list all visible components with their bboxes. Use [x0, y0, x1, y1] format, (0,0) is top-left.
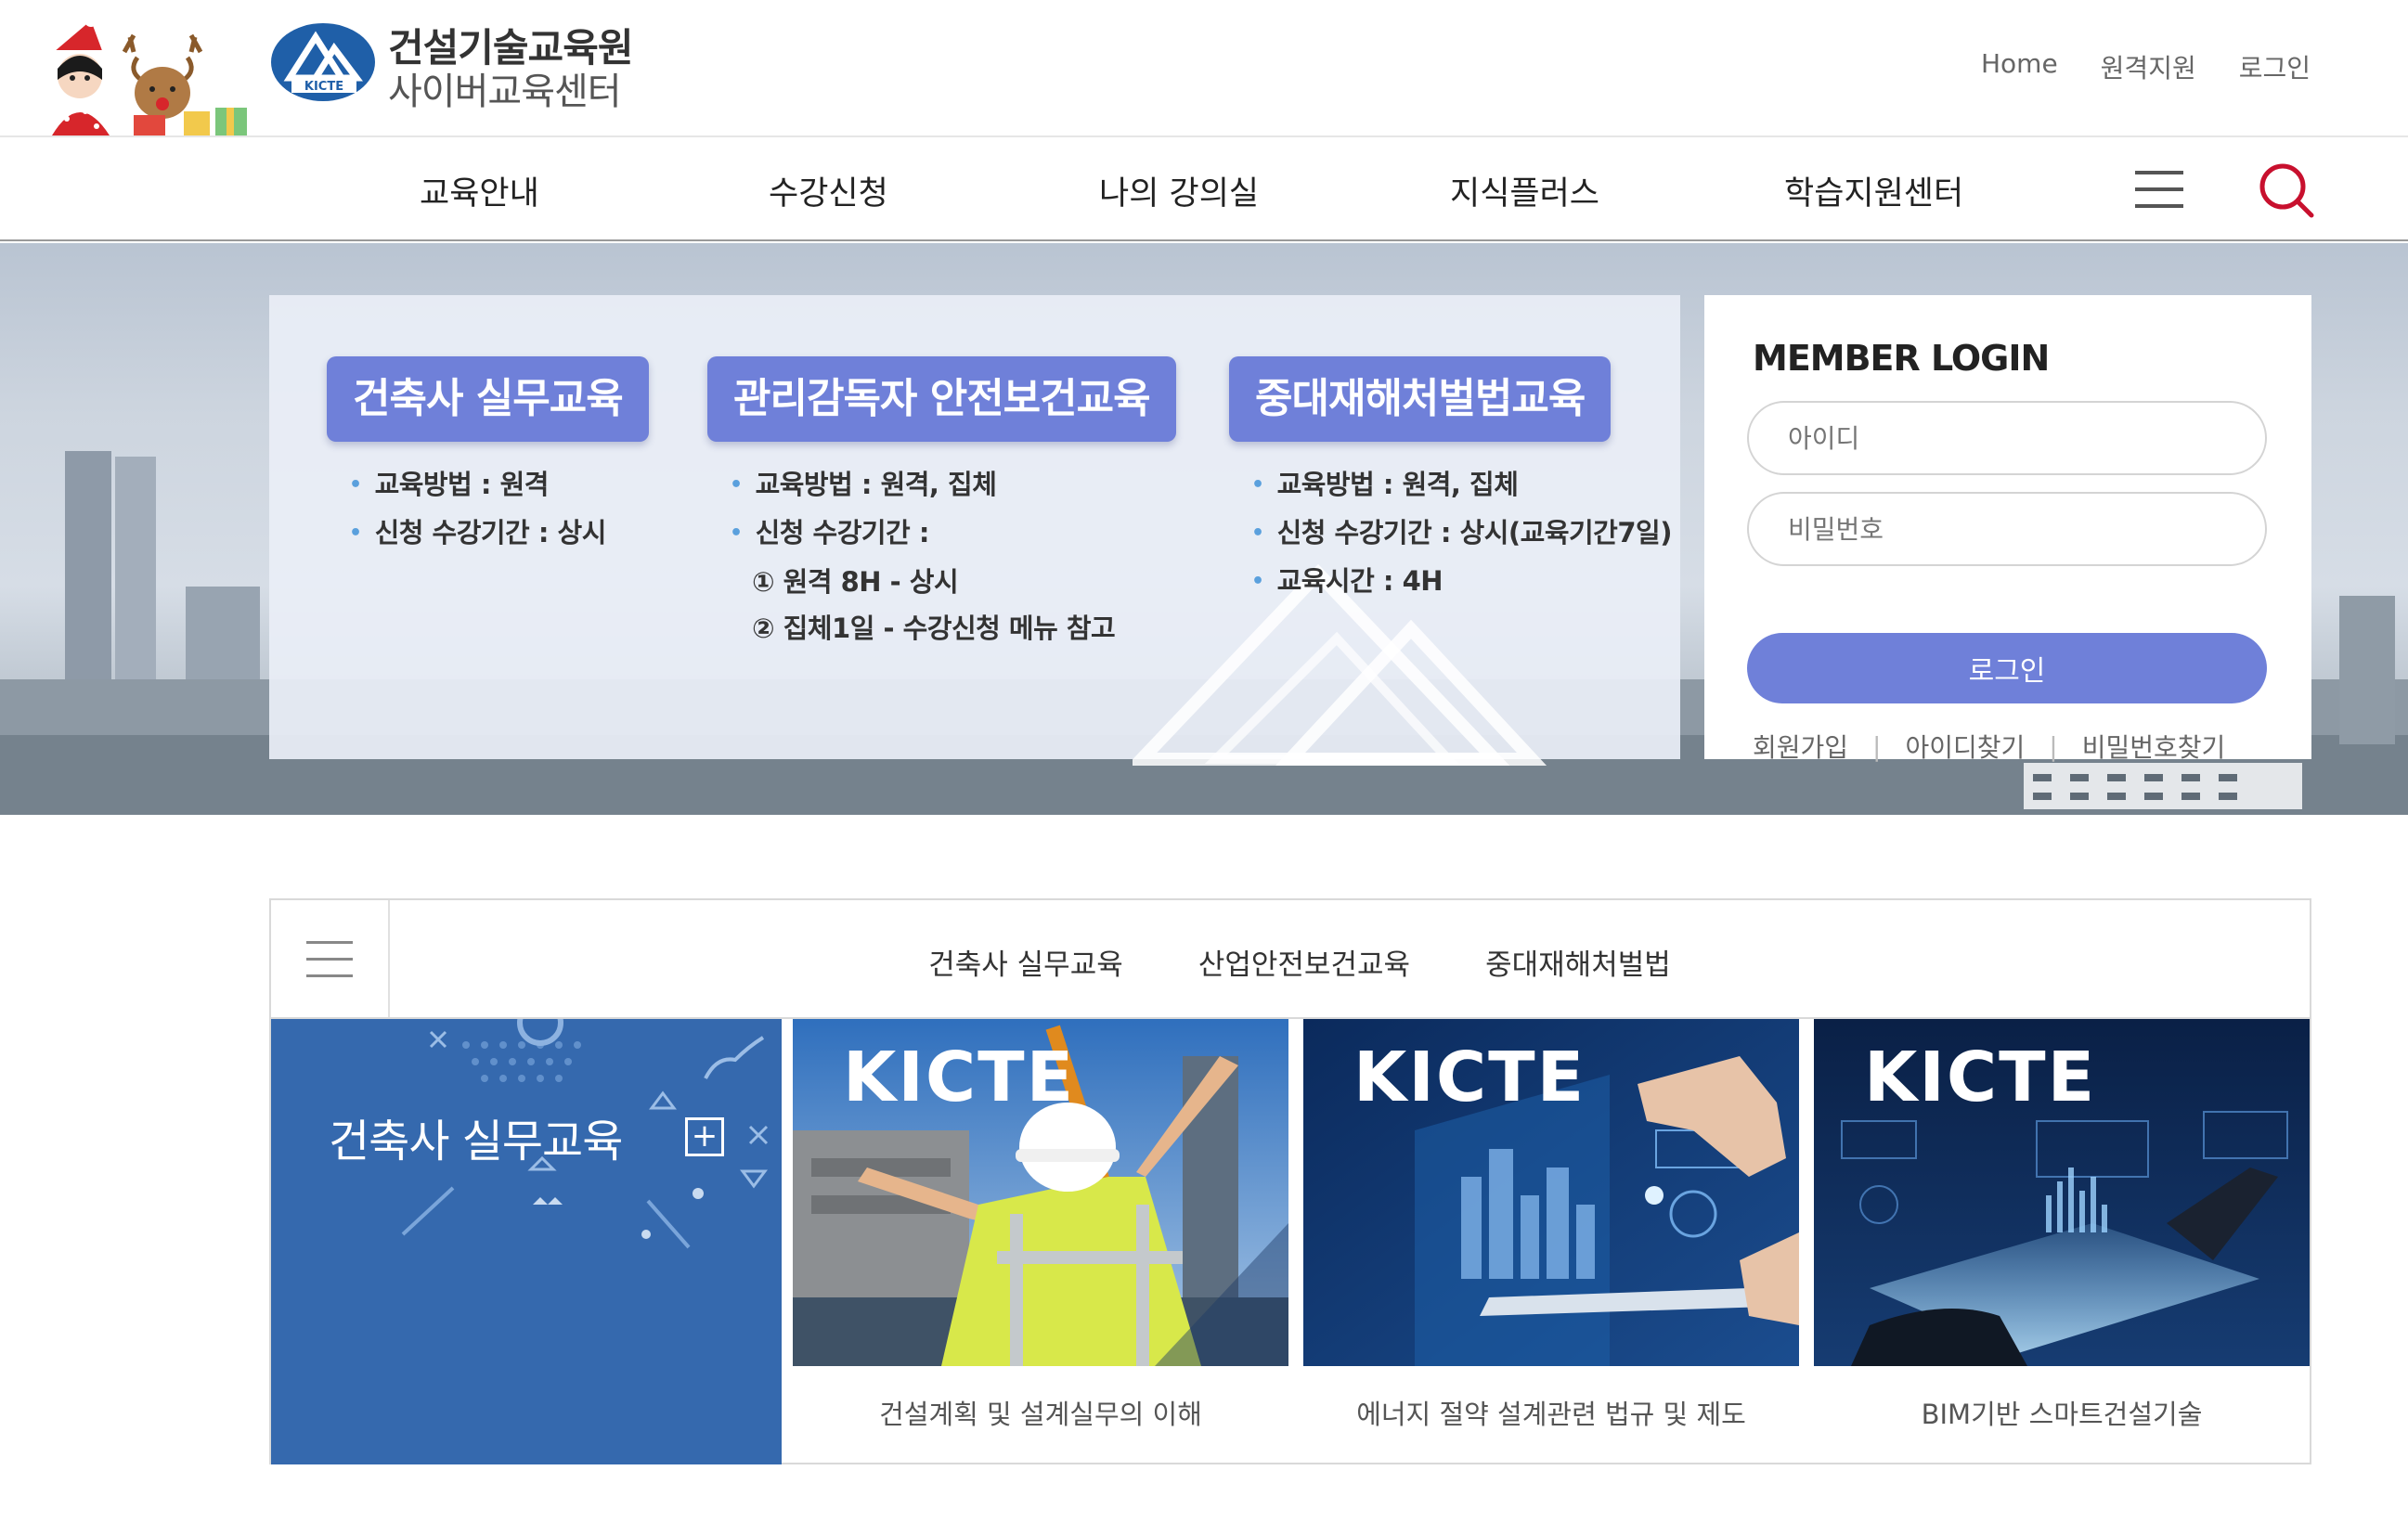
- main-nav: 교육안내 수강신청 나의 강의실 지식플러스 학습지원센터: [0, 139, 2408, 241]
- tab-industrial-safety[interactable]: 산업안전보건교육: [1198, 941, 1410, 983]
- hero-banner: 건축사 실무교육 교육방법 : 원격 신청 수강기간 : 상시 관리감독자 안전…: [0, 243, 2408, 815]
- site-subtitle[interactable]: 사이버교육센터: [388, 61, 622, 115]
- course-tag-architect[interactable]: 건축사 실무교육: [327, 356, 649, 442]
- more-plus-icon[interactable]: +: [685, 1117, 724, 1156]
- course-architect: 건축사 실무교육 교육방법 : 원격 신청 수강기간 : 상시: [327, 356, 649, 559]
- kicte-emblem-icon[interactable]: KICTE: [269, 20, 377, 104]
- menu-icon[interactable]: [2135, 171, 2183, 212]
- header: KICTE 건설기술교육원 사이버교육센터 Home 원격지원 로그인: [0, 0, 2408, 137]
- tab-serious-accident[interactable]: 중대재해처벌법: [1485, 941, 1671, 983]
- nav-item-knowledge-plus[interactable]: 지식플러스: [1450, 167, 1599, 214]
- course-detail: 신청 수강기간 : 상시(교육기간7일): [1251, 510, 1673, 559]
- course-details: 교육방법 : 원격 신청 수강기간 : 상시: [349, 462, 649, 559]
- link-divider: |: [1872, 730, 1882, 762]
- util-link-remote-support[interactable]: 원격지원: [2101, 48, 2196, 85]
- find-id-link[interactable]: 아이디찾기: [1905, 728, 2025, 765]
- course-detail: 교육방법 : 원격: [349, 462, 649, 510]
- tab-architect-training[interactable]: 건축사 실무교육: [928, 941, 1123, 983]
- course-tabbar: 건축사 실무교육 산업안전보건교육 중대재해처벌법: [271, 900, 2310, 1019]
- course-tabs: 건축사 실무교육 산업안전보건교육 중대재해처벌법: [271, 941, 2310, 983]
- login-box: MEMBER LOGIN 로그인 회원가입 | 아이디찾기 | 비밀번호찾기: [1704, 295, 2311, 763]
- course-card-caption[interactable]: 에너지 절약 설계관련 법규 및 제도: [1303, 1366, 1799, 1463]
- kicte-brand-text: KICTE: [843, 1038, 1076, 1117]
- course-details: 교육방법 : 원격, 집체 신청 수강기간 : ① 원격 8H - 상시 ② 집…: [730, 462, 1176, 651]
- course-card-image[interactable]: KICTE: [1303, 1019, 1799, 1366]
- signup-link[interactable]: 회원가입: [1753, 728, 1848, 765]
- utility-nav: Home 원격지원 로그인: [1981, 48, 2311, 85]
- nav-item-education-guide[interactable]: 교육안내: [420, 167, 539, 214]
- kicte-brand-text: KICTE: [1864, 1038, 2097, 1117]
- christmas-decoration-image: [50, 15, 247, 135]
- login-button[interactable]: 로그인: [1747, 633, 2267, 703]
- nav-item-my-classroom[interactable]: 나의 강의실: [1099, 167, 1259, 214]
- util-link-login[interactable]: 로그인: [2239, 48, 2311, 85]
- util-link-home[interactable]: Home: [1981, 48, 2058, 85]
- login-links: 회원가입 | 아이디찾기 | 비밀번호찾기: [1753, 728, 2225, 765]
- course-detail: 교육시간 : 4H: [1251, 559, 1672, 607]
- course-tag-safety-manager[interactable]: 관리감독자 안전보건교육: [707, 356, 1176, 442]
- course-details: 교육방법 : 원격, 집체 신청 수강기간 : 상시(교육기간7일) 교육시간 …: [1251, 462, 1673, 607]
- course-info-panel: 건축사 실무교육 교육방법 : 원격 신청 수강기간 : 상시 관리감독자 안전…: [269, 295, 1680, 766]
- course-card-image[interactable]: KICTE: [1814, 1019, 2310, 1366]
- find-password-link[interactable]: 비밀번호찾기: [2082, 728, 2226, 765]
- course-card[interactable]: KICTE 에너지 절약 설계관련 법규 및 제도: [1303, 1019, 1799, 1464]
- emblem-text: KICTE: [304, 80, 343, 94]
- nav-item-registration[interactable]: 수강신청: [769, 167, 888, 214]
- course-section: 건축사 실무교육 산업안전보건교육 중대재해처벌법 건축사 실무교육 + KIC…: [269, 898, 2311, 1464]
- course-detail: 교육방법 : 원격, 집체: [1251, 462, 1672, 510]
- course-sub-detail: ① 원격 8H - 상시: [752, 566, 959, 598]
- course-card-caption[interactable]: BIM기반 스마트건설기술: [1814, 1366, 2310, 1463]
- course-card-caption[interactable]: 건설계획 및 설계실무의 이해: [793, 1366, 1288, 1463]
- course-tag-serious-accident[interactable]: 중대재해처벌법교육: [1229, 356, 1612, 442]
- decorative-pattern: [401, 1019, 769, 1249]
- course-safety-manager: 관리감독자 안전보건교육 교육방법 : 원격, 집체 신청 수강기간 : ① 원…: [707, 356, 1176, 651]
- nav-item-learning-support[interactable]: 학습지원센터: [1784, 167, 1963, 214]
- kicte-brand-text: KICTE: [1353, 1038, 1586, 1117]
- login-title: MEMBER LOGIN: [1753, 338, 2050, 379]
- password-input[interactable]: [1747, 492, 2267, 566]
- course-detail: 신청 수강기간 : 상시: [349, 510, 649, 559]
- course-detail: 신청 수강기간 :: [730, 510, 1176, 559]
- course-sub-detail: ② 집체1일 - 수강신청 메뉴 참고: [752, 613, 1116, 644]
- course-detail: 교육방법 : 원격, 집체: [730, 462, 1176, 510]
- feature-panel[interactable]: 건축사 실무교육 +: [271, 1019, 782, 1464]
- link-divider: |: [2049, 730, 2058, 762]
- course-card[interactable]: KICTE 건설계획 및 설계실무의 이해: [793, 1019, 1288, 1464]
- course-serious-accident: 중대재해처벌법교육 교육방법 : 원격, 집체 신청 수강기간 : 상시(교육기…: [1229, 356, 1672, 607]
- user-id-input[interactable]: [1747, 401, 2267, 475]
- course-card[interactable]: KICTE BIM기반 스마트건설기술: [1814, 1019, 2310, 1464]
- search-icon[interactable]: [2258, 161, 2315, 219]
- feature-title: 건축사 실무교육: [329, 1116, 623, 1167]
- course-card-image[interactable]: KICTE: [793, 1019, 1288, 1366]
